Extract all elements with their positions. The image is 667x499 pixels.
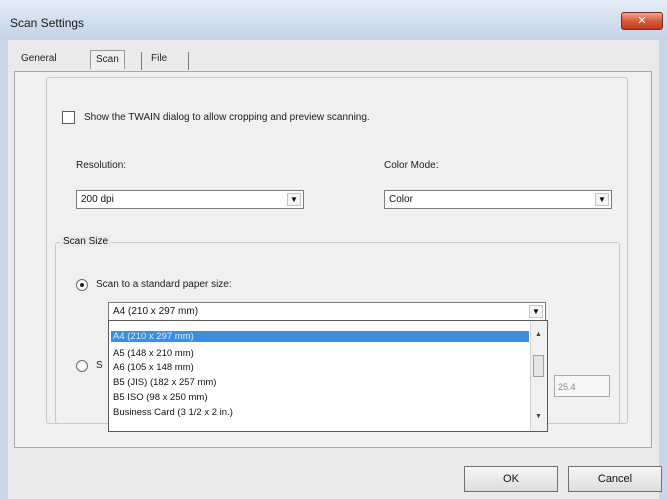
chevron-down-icon[interactable]: ▼ [595, 193, 609, 206]
list-item[interactable]: B5 ISO (98 x 250 mm) [111, 392, 529, 403]
resolution-select[interactable]: 200 dpi ▼ [76, 190, 304, 209]
paper-size-value: A4 (210 x 297 mm) [113, 306, 199, 317]
window-title: Scan Settings [10, 16, 85, 30]
tab-scan[interactable]: Scan [90, 50, 125, 69]
list-item[interactable]: A4 (210 x 297 mm) [111, 331, 529, 342]
tab-separator [188, 52, 189, 70]
standard-size-radio-label: Scan to a standard paper size: [96, 279, 232, 290]
list-item[interactable]: A5 (148 x 210 mm) [111, 348, 529, 359]
list-item[interactable]: B5 (JIS) (182 x 257 mm) [111, 377, 529, 388]
scroll-down-icon[interactable]: ▼ [533, 413, 544, 420]
custom-size-radio[interactable] [76, 360, 88, 372]
color-mode-label: Color Mode: [384, 160, 439, 171]
twain-checkbox[interactable] [62, 111, 75, 124]
tab-file[interactable]: File [146, 50, 172, 68]
resolution-value: 200 dpi [81, 194, 114, 205]
scan-size-group-label: Scan Size [60, 236, 112, 247]
dropdown-scrollbar[interactable]: ▲ ▼ [530, 321, 547, 431]
custom-size-radio-label: S [96, 360, 103, 371]
tab-separator [141, 52, 142, 70]
chevron-down-icon[interactable]: ▼ [529, 305, 543, 318]
paper-size-dropdown-list[interactable]: A4 (210 x 297 mm) A5 (148 x 210 mm) A6 (… [108, 320, 548, 432]
color-mode-select[interactable]: Color ▼ [384, 190, 612, 209]
standard-size-radio[interactable] [76, 279, 88, 291]
cancel-button[interactable]: Cancel [568, 466, 662, 492]
scroll-thumb[interactable] [533, 355, 544, 377]
close-icon: ✕ [637, 15, 647, 27]
scroll-up-icon[interactable]: ▲ [533, 331, 544, 338]
color-mode-value: Color [389, 194, 413, 205]
paper-size-select[interactable]: A4 (210 x 297 mm) ▼ [108, 302, 546, 321]
custom-size-field[interactable]: 25.4 [554, 375, 610, 397]
chevron-down-icon[interactable]: ▼ [287, 193, 301, 206]
list-item[interactable]: A6 (105 x 148 mm) [111, 362, 529, 373]
tab-general[interactable]: General [16, 50, 62, 68]
title-bar: Scan Settings ✕ [0, 0, 667, 40]
list-item[interactable]: Business Card (3 1/2 x 2 in.) [111, 407, 529, 418]
ok-button[interactable]: OK [464, 466, 558, 492]
resolution-label: Resolution: [76, 160, 127, 171]
twain-checkbox-label: Show the TWAIN dialog to allow cropping … [84, 112, 370, 123]
close-button[interactable]: ✕ [621, 12, 663, 30]
